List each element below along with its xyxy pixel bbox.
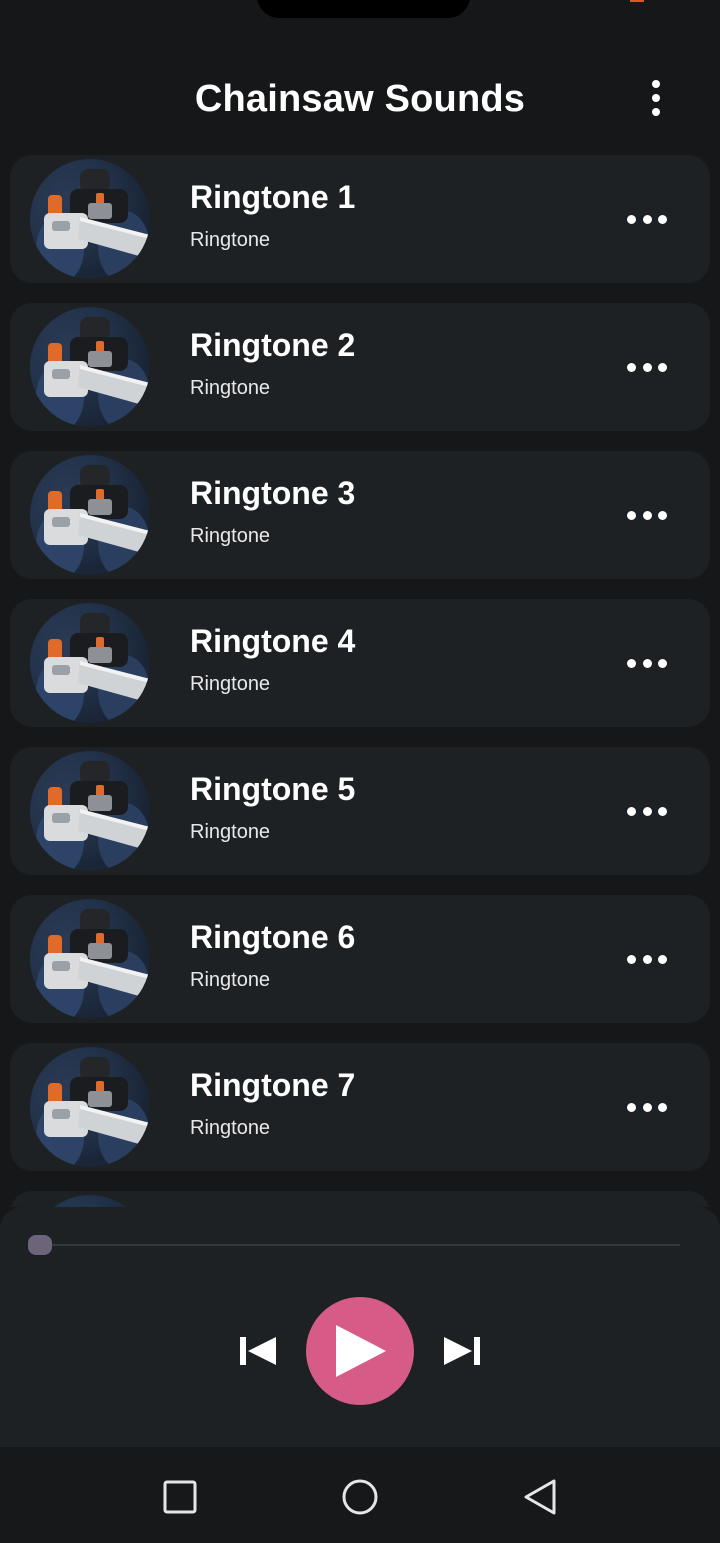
list-item-partial [10, 1191, 710, 1207]
list-item[interactable]: Ringtone 7 Ringtone [10, 1043, 710, 1171]
system-navigation-bar [0, 1447, 720, 1543]
status-indicator [630, 0, 644, 2]
ringtone-title: Ringtone 4 [190, 623, 356, 659]
more-horizontal-icon[interactable] [627, 211, 667, 227]
ringtone-thumbnail [30, 1195, 150, 1207]
list-item[interactable]: Ringtone 5 Ringtone [10, 747, 710, 875]
play-icon [336, 1325, 386, 1377]
list-item[interactable]: Ringtone 1 Ringtone [10, 155, 710, 283]
ringtone-subtitle: Ringtone [190, 673, 271, 695]
list-item[interactable]: Ringtone 3 Ringtone [10, 451, 710, 579]
more-horizontal-icon[interactable] [627, 359, 667, 375]
more-horizontal-icon[interactable] [627, 803, 667, 819]
progress-slider-thumb[interactable] [28, 1235, 52, 1255]
ringtone-subtitle: Ringtone [190, 821, 271, 843]
home-icon[interactable] [340, 1477, 380, 1517]
ringtone-subtitle: Ringtone [190, 1117, 271, 1139]
ringtone-title: Ringtone 2 [190, 327, 356, 363]
ringtone-thumbnail [30, 159, 150, 279]
camera-notch [257, 0, 470, 18]
ringtone-thumbnail [30, 307, 150, 427]
ringtone-title: Ringtone 5 [190, 771, 356, 807]
skip-previous-icon[interactable] [238, 1335, 278, 1367]
ringtone-title: Ringtone 6 [190, 919, 356, 955]
ringtone-subtitle: Ringtone [190, 525, 271, 547]
list-item[interactable]: Ringtone 6 Ringtone [10, 895, 710, 1023]
list-item[interactable]: Ringtone 2 Ringtone [10, 303, 710, 431]
more-horizontal-icon[interactable] [627, 655, 667, 671]
more-horizontal-icon[interactable] [627, 1099, 667, 1115]
recent-apps-icon[interactable] [160, 1477, 200, 1517]
back-icon[interactable] [520, 1477, 560, 1517]
ringtone-thumbnail [30, 603, 150, 723]
ringtone-subtitle: Ringtone [190, 377, 271, 399]
ringtone-thumbnail [30, 455, 150, 575]
app-header: Chainsaw Sounds [0, 60, 720, 140]
ringtone-list[interactable]: Ringtone 7 Ringtone Ringtone 6 Ringtone Ri… [10, 155, 710, 1207]
ringtone-title: Ringtone 7 [190, 1067, 356, 1103]
more-horizontal-icon[interactable] [627, 507, 667, 523]
ringtone-thumbnail [30, 1047, 150, 1167]
ringtone-title: Ringtone 1 [190, 179, 356, 215]
ringtone-title: Ringtone 3 [190, 475, 356, 511]
list-item[interactable]: Ringtone 4 Ringtone [10, 599, 710, 727]
play-button[interactable] [306, 1297, 414, 1405]
page-title: Chainsaw Sounds [194, 78, 526, 120]
progress-track[interactable] [40, 1244, 680, 1246]
ringtone-subtitle: Ringtone [190, 969, 271, 991]
skip-next-icon[interactable] [442, 1335, 482, 1367]
ringtone-subtitle: Ringtone [190, 229, 271, 251]
ringtone-thumbnail [30, 899, 150, 1019]
more-vertical-icon[interactable] [640, 78, 672, 118]
audio-player [0, 1207, 720, 1447]
more-horizontal-icon[interactable] [627, 951, 667, 967]
ringtone-thumbnail [30, 751, 150, 871]
